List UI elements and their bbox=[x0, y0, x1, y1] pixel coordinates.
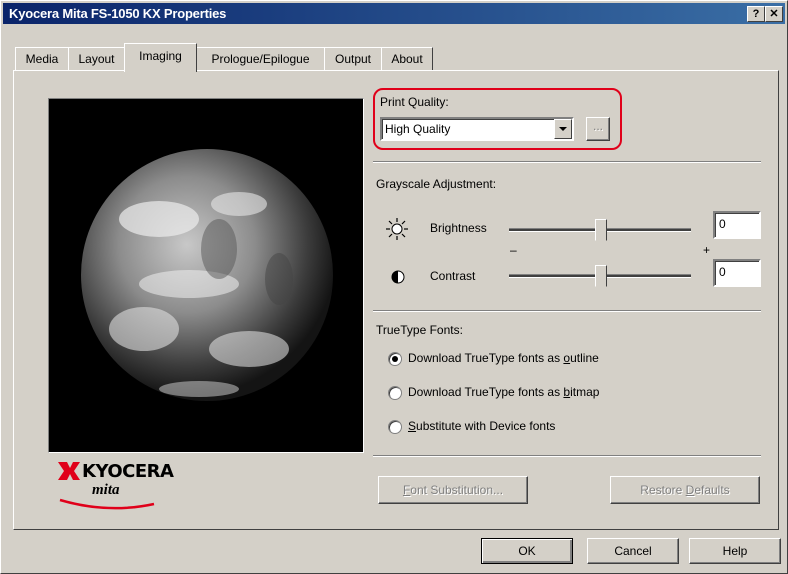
help-title-button[interactable]: ? bbox=[747, 6, 765, 22]
help-button[interactable]: Help bbox=[689, 538, 781, 564]
print-quality-options-button[interactable]: ... bbox=[586, 117, 610, 141]
radio-substitute-device[interactable]: Substitute with Device fonts bbox=[388, 419, 648, 435]
tab-prologue-epilogue[interactable]: Prologue/Epilogue bbox=[196, 47, 325, 70]
contrast-icon bbox=[391, 270, 405, 284]
print-quality-select[interactable]: High Quality bbox=[380, 117, 574, 141]
cancel-button[interactable]: Cancel bbox=[587, 538, 679, 564]
ok-button[interactable]: OK bbox=[481, 538, 573, 564]
grayscale-label: Grayscale Adjustment: bbox=[376, 177, 497, 191]
divider bbox=[373, 455, 761, 457]
brand-sub: mita bbox=[92, 482, 120, 498]
radio-button[interactable] bbox=[388, 386, 402, 400]
imaging-panel: KYOCERA mita Print Quality: High Quality… bbox=[13, 70, 779, 530]
radio-download-outline[interactable]: Download TrueType fonts as outline bbox=[388, 351, 648, 367]
properties-dialog: Kyocera Mita FS-1050 KX Properties ? ✕ M… bbox=[0, 0, 788, 574]
tab-output[interactable]: Output bbox=[324, 47, 382, 70]
radio-download-bitmap[interactable]: Download TrueType fonts as bitmap bbox=[388, 385, 648, 401]
brightness-label: Brightness bbox=[430, 221, 487, 235]
tab-about[interactable]: About bbox=[381, 47, 433, 70]
radio-label: Download TrueType fonts as outline bbox=[408, 351, 599, 365]
contrast-slider[interactable] bbox=[509, 263, 709, 287]
plus-mark: + bbox=[703, 243, 711, 257]
brightness-value: 0 bbox=[719, 217, 726, 231]
title-bar: Kyocera Mita FS-1050 KX Properties ? ✕ bbox=[3, 3, 785, 24]
earth-image bbox=[81, 149, 333, 401]
divider bbox=[373, 161, 761, 163]
truetype-label: TrueType Fonts: bbox=[376, 323, 463, 337]
tab-layout[interactable]: Layout bbox=[68, 47, 125, 70]
print-quality-value: High Quality bbox=[385, 122, 451, 136]
chevron-down-icon bbox=[559, 127, 567, 131]
tab-imaging[interactable]: Imaging bbox=[124, 43, 197, 72]
brand-name: KYOCERA bbox=[82, 461, 174, 482]
contrast-field[interactable]: 0 bbox=[713, 259, 761, 287]
swoosh-icon bbox=[59, 498, 155, 510]
sun-icon bbox=[386, 218, 408, 240]
window-title: Kyocera Mita FS-1050 KX Properties bbox=[9, 6, 227, 21]
kyocera-mark-icon bbox=[58, 462, 80, 480]
image-preview bbox=[48, 98, 364, 453]
dropdown-arrow-button[interactable] bbox=[554, 119, 572, 139]
font-substitution-button[interactable]: Font Substitution... bbox=[378, 476, 528, 504]
radio-label: Download TrueType fonts as bitmap bbox=[408, 385, 600, 399]
radio-button[interactable] bbox=[388, 352, 402, 366]
ellipsis-label: ... bbox=[592, 119, 603, 133]
print-quality-label: Print Quality: bbox=[380, 95, 449, 109]
divider bbox=[373, 310, 761, 312]
kyocera-logo: KYOCERA mita bbox=[58, 456, 178, 516]
radio-button[interactable] bbox=[388, 420, 402, 434]
tab-media[interactable]: Media bbox=[15, 47, 69, 70]
radio-label: Substitute with Device fonts bbox=[408, 419, 556, 433]
minus-mark: – bbox=[510, 243, 517, 257]
brightness-slider[interactable] bbox=[509, 217, 709, 241]
slider-thumb[interactable] bbox=[595, 265, 607, 287]
close-button[interactable]: ✕ bbox=[765, 6, 783, 22]
brightness-field[interactable]: 0 bbox=[713, 211, 761, 239]
slider-thumb[interactable] bbox=[595, 219, 607, 241]
contrast-value: 0 bbox=[719, 265, 726, 279]
contrast-label: Contrast bbox=[430, 269, 476, 283]
restore-defaults-button[interactable]: Restore Defaults bbox=[610, 476, 760, 504]
